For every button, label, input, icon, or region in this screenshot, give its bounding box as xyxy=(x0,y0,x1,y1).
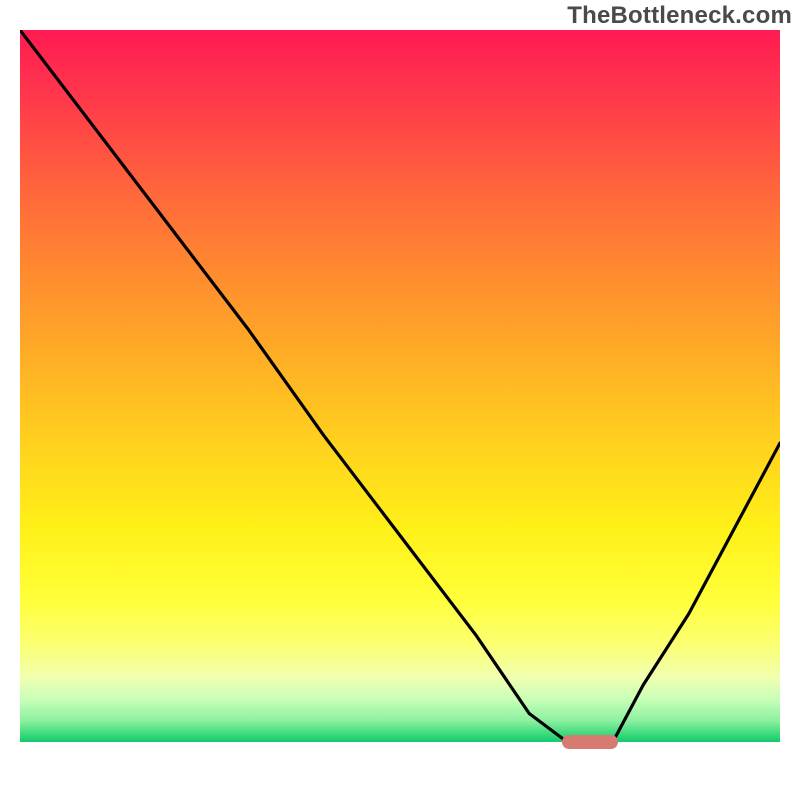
watermark-text: TheBottleneck.com xyxy=(567,2,792,30)
curve-svg xyxy=(20,30,780,790)
optimum-marker xyxy=(562,735,618,749)
chart-container: TheBottleneck.com xyxy=(0,0,800,800)
bottleneck-curve xyxy=(20,30,780,742)
plot-area xyxy=(20,30,780,790)
